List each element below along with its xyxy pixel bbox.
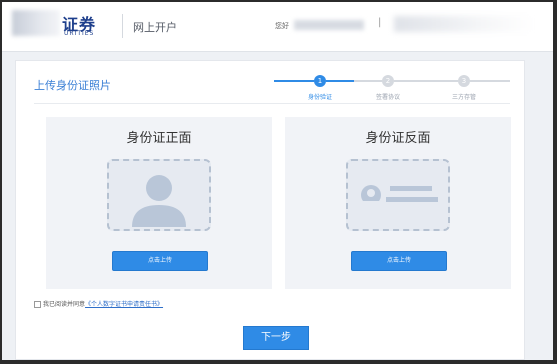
agreement-checkbox[interactable] [34, 301, 41, 308]
watermark-url: jingyan.baidu.com [449, 336, 514, 344]
separator-icon: | [378, 17, 382, 28]
id-front-title: 身份证正面 [126, 131, 192, 146]
id-front-dropzone[interactable] [107, 159, 211, 231]
step-3-label: 三方存管 [451, 94, 477, 101]
agreement-link[interactable]: 《个人数字证书申请责任书》 [85, 301, 163, 308]
header-divider [122, 14, 123, 38]
watermark-logo: Baidu 经验 [427, 317, 513, 333]
next-step-button[interactable]: 下一步 [243, 326, 309, 350]
step-line-active [326, 80, 354, 82]
logo-icon [12, 10, 60, 36]
person-silhouette-icon [132, 175, 186, 227]
upload-back-button[interactable]: 点击上传 [351, 251, 447, 271]
section-title: 上传身份证照片 [34, 79, 111, 92]
step-2-dot: 2 [382, 75, 394, 87]
emblem-card-icon [361, 185, 438, 205]
step-1-dot: 1 [314, 75, 326, 87]
username-blurred [294, 20, 364, 30]
agreement-prefix: 我已阅读并同意 [43, 301, 86, 308]
id-back-panel: 身份证反面 点击上传 [285, 117, 511, 289]
upload-front-button[interactable]: 点击上传 [112, 251, 208, 271]
page-title: 网上开户 [133, 21, 177, 34]
step-line [470, 80, 510, 82]
step-line-done [274, 80, 314, 82]
agreement-row: 我已阅读并同意《个人数字证书申请责任书》 [34, 299, 163, 308]
header-right-blurred [394, 16, 534, 32]
step-2-label: 签署协议 [375, 94, 401, 101]
welcome-text: 您好 [275, 22, 289, 30]
id-back-title: 身份证反面 [365, 131, 431, 146]
brand-logo-subtext: URITIES [64, 30, 95, 37]
section-divider [34, 103, 510, 104]
step-line [354, 80, 382, 82]
id-back-dropzone[interactable] [346, 159, 450, 231]
id-front-panel: 身份证正面 点击上传 [46, 117, 272, 289]
progress-steps: 1 2 3 身份验证 签署协议 三方存管 [274, 73, 514, 103]
step-line [394, 80, 458, 82]
step-1-label: 身份验证 [307, 94, 333, 101]
browser-frame: 证券 URITIES 网上开户 您好 | 上传身份证照片 1 2 3 身份验证 … [2, 2, 553, 360]
step-3-dot: 3 [458, 75, 470, 87]
top-bar: 证券 URITIES 网上开户 您好 | [2, 2, 553, 52]
